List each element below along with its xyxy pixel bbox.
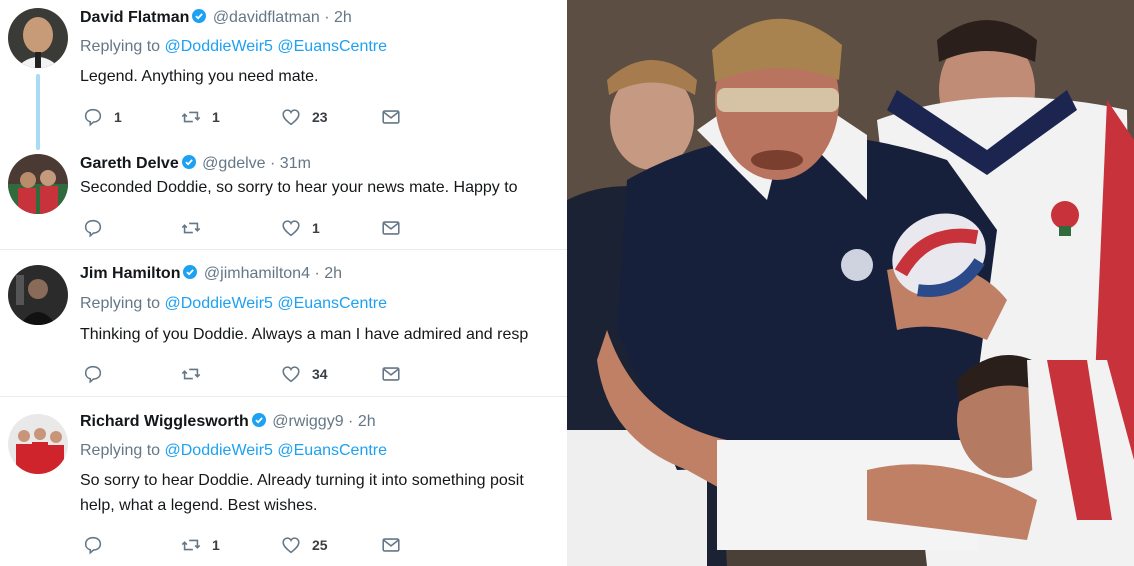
avatar[interactable] [8, 265, 68, 325]
direct-message-button[interactable] [380, 362, 402, 386]
tweet-header: Richard Wigglesworth @rwiggy9 · 2h [80, 412, 376, 432]
retweet-button[interactable]: 1 [180, 105, 220, 129]
tweet-header: David Flatman @davidflatman · 2h [80, 8, 352, 28]
reply-icon [84, 108, 102, 127]
timestamp[interactable]: 31m [280, 155, 311, 172]
mention-link[interactable]: @DoddieWeir5 [165, 38, 273, 55]
tweet-gareth-delve[interactable]: Gareth Delve @gdelve · 31m Seconded Dodd… [0, 146, 567, 250]
reply-button[interactable] [82, 362, 114, 386]
direct-message-icon [382, 367, 400, 381]
rugby-photo-illustration [567, 0, 1134, 566]
tweet-text-line: So sorry to hear Doddie. Already turning… [80, 472, 524, 489]
tweet-text: Thinking of you Doddie. Always a man I h… [80, 326, 529, 343]
timestamp[interactable]: 2h [324, 265, 342, 282]
mention-link[interactable]: @DoddieWeir5 [165, 295, 273, 312]
avatar[interactable] [8, 154, 68, 214]
display-name[interactable]: Gareth Delve [80, 155, 179, 172]
verified-badge-icon [183, 265, 198, 279]
direct-message-icon [382, 221, 400, 235]
retweet-icon [181, 368, 201, 380]
avatar[interactable] [8, 414, 68, 474]
reply-button[interactable] [82, 216, 114, 240]
like-icon [282, 537, 300, 554]
like-button[interactable]: 23 [280, 105, 328, 129]
direct-message-button[interactable] [380, 105, 402, 129]
display-name[interactable]: Jim Hamilton [80, 265, 180, 282]
like-count: 23 [312, 109, 328, 125]
like-icon [282, 366, 300, 383]
replying-to: Replying to @DoddieWeir5 @EuansCentre [80, 37, 387, 57]
tweet-header: Jim Hamilton @jimhamilton4 · 2h [80, 264, 342, 284]
replying-to-label: Replying to [80, 295, 161, 312]
tweet-thread: David Flatman @davidflatman · 2h Replyin… [0, 0, 567, 566]
tweet-actions: 1 25 [80, 533, 560, 557]
user-handle[interactable]: @jimhamilton4 [204, 265, 310, 282]
tweet-actions: 1 [80, 216, 560, 240]
tweet-text: Seconded Doddie, so sorry to hear your n… [80, 179, 518, 196]
like-count: 34 [312, 366, 328, 382]
tweet-header: Gareth Delve @gdelve · 31m [80, 154, 311, 174]
retweet-count: 1 [212, 109, 220, 125]
display-name[interactable]: Richard Wigglesworth [80, 413, 249, 430]
direct-message-icon [382, 110, 400, 124]
mention-link[interactable]: @EuansCentre [277, 442, 387, 459]
user-handle[interactable]: @gdelve [202, 155, 265, 172]
separator-dot: · [324, 9, 330, 26]
mention-link[interactable]: @EuansCentre [277, 295, 387, 312]
tweet-jim-hamilton[interactable]: Jim Hamilton @jimhamilton4 · 2h Replying… [0, 251, 567, 397]
timestamp[interactable]: 2h [334, 9, 352, 26]
like-count: 25 [312, 537, 328, 553]
verified-badge-icon [251, 413, 266, 427]
retweet-button[interactable] [180, 216, 212, 240]
replying-to: Replying to @DoddieWeir5 @EuansCentre [80, 294, 387, 314]
timestamp[interactable]: 2h [358, 413, 376, 430]
display-name[interactable]: David Flatman [80, 9, 189, 26]
direct-message-button[interactable] [380, 533, 402, 557]
reply-icon [84, 536, 102, 555]
separator-dot: · [348, 413, 354, 430]
retweet-icon [181, 111, 201, 123]
tweet-text: Legend. Anything you need mate. [80, 68, 319, 85]
tweet-richard-wigglesworth[interactable]: Richard Wigglesworth @rwiggy9 · 2h Reply… [0, 398, 567, 566]
retweet-icon [181, 539, 201, 551]
user-handle[interactable]: @davidflatman [213, 9, 320, 26]
retweet-icon [181, 222, 201, 234]
mention-link[interactable]: @DoddieWeir5 [165, 442, 273, 459]
retweet-count: 1 [212, 537, 220, 553]
tweet-actions: 34 [80, 362, 560, 386]
like-icon [282, 109, 300, 126]
thread-connector-line [36, 74, 40, 150]
direct-message-icon [382, 538, 400, 552]
mention-link[interactable]: @EuansCentre [277, 38, 387, 55]
replying-to-label: Replying to [80, 442, 161, 459]
like-button[interactable]: 1 [280, 216, 320, 240]
avatar[interactable] [8, 8, 68, 68]
reply-count: 1 [114, 109, 122, 125]
verified-badge-icon [192, 9, 207, 23]
separator-dot: · [270, 155, 276, 172]
retweet-button[interactable]: 1 [180, 533, 220, 557]
replying-to: Replying to @DoddieWeir5 @EuansCentre [80, 441, 387, 461]
like-count: 1 [312, 220, 320, 236]
reply-icon [84, 219, 102, 238]
replying-to-label: Replying to [80, 38, 161, 55]
direct-message-button[interactable] [380, 216, 402, 240]
verified-badge-icon [181, 155, 196, 169]
tweet-actions: 1 1 23 [80, 105, 560, 129]
tweet-david-flatman[interactable]: David Flatman @davidflatman · 2h Replyin… [0, 0, 567, 150]
reply-icon [84, 365, 102, 384]
reply-button[interactable]: 1 [82, 105, 122, 129]
separator-dot: · [314, 265, 320, 282]
reply-button[interactable] [82, 533, 114, 557]
retweet-button[interactable] [180, 362, 212, 386]
rugby-match-photo [567, 0, 1134, 566]
tweet-text-line: help, what a legend. Best wishes. [80, 497, 318, 514]
like-button[interactable]: 34 [280, 362, 328, 386]
like-icon [282, 220, 300, 237]
user-handle[interactable]: @rwiggy9 [272, 413, 343, 430]
like-button[interactable]: 25 [280, 533, 328, 557]
